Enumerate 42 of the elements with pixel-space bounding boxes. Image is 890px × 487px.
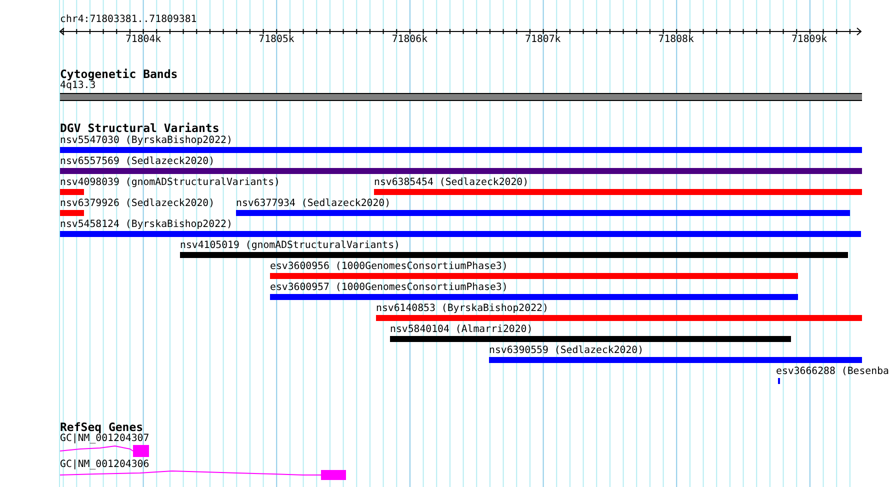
location-label: chr4:71803381..71809381 bbox=[60, 14, 197, 26]
feature-label[interactable]: nsv5458124 (ByrskaBishop2022) bbox=[60, 219, 232, 231]
feature-bar[interactable] bbox=[60, 189, 84, 195]
tick-label: 71805k bbox=[258, 34, 294, 46]
feature-label[interactable]: esv3600956 (1000GenomesConsortiumPhase3) bbox=[270, 261, 508, 273]
feature-label[interactable]: nsv6557569 (Sedlazeck2020) bbox=[60, 156, 215, 168]
tick-label: 71809k bbox=[791, 34, 828, 46]
feature-label[interactable]: nsv6379926 (Sedlazeck2020) bbox=[60, 198, 215, 210]
feature-label[interactable]: nsv4105019 (gnomADStructuralVariants) bbox=[180, 240, 400, 252]
track-title: DGV Structural Variants bbox=[60, 121, 220, 135]
feature-bar[interactable] bbox=[390, 336, 791, 342]
feature-bar[interactable] bbox=[60, 168, 862, 174]
gene-label[interactable]: GC|NM_001204307 bbox=[60, 433, 150, 445]
tick-label: 71808k bbox=[658, 34, 694, 46]
feature-label[interactable]: nsv6140853 (ByrskaBishop2022) bbox=[376, 303, 548, 315]
gene-drawing[interactable] bbox=[60, 444, 149, 458]
gene-drawing[interactable] bbox=[60, 469, 346, 481]
track-title: RefSeq Genes bbox=[60, 420, 144, 434]
tick-label: 71804k bbox=[125, 34, 162, 46]
feature-label[interactable]: nsv6377934 (Sedlazeck2020) bbox=[236, 198, 391, 210]
feature-label[interactable]: esv3600957 (1000GenomesConsortiumPhase3) bbox=[270, 282, 508, 294]
track-title: Cytogenetic Bands bbox=[60, 67, 178, 81]
gene-label[interactable]: GC|NM_001204306 bbox=[60, 459, 150, 471]
feature-label[interactable]: esv3666288 (Besenba bbox=[776, 366, 889, 378]
feature-bar[interactable] bbox=[374, 189, 862, 195]
feature-bar[interactable] bbox=[376, 315, 862, 321]
feature-bar[interactable] bbox=[60, 147, 862, 153]
feature-bar[interactable] bbox=[270, 294, 798, 300]
feature-label[interactable]: nsv5547030 (ByrskaBishop2022) bbox=[60, 135, 232, 147]
feature-label[interactable]: nsv4098039 (gnomADStructuralVariants) bbox=[60, 177, 280, 189]
feature-label[interactable]: nsv6385454 (Sedlazeck2020) bbox=[374, 177, 529, 189]
feature-label[interactable]: nsv5840104 (Almarri2020) bbox=[390, 324, 533, 336]
feature-bar[interactable] bbox=[180, 252, 848, 258]
feature-bar[interactable] bbox=[270, 273, 798, 279]
tick-label: 71806k bbox=[392, 34, 428, 46]
feature-bar[interactable] bbox=[489, 357, 862, 363]
feature-label[interactable]: nsv6390559 (Sedlazeck2020) bbox=[489, 345, 644, 357]
feature-bar[interactable] bbox=[60, 210, 84, 216]
band-label: 4q13.3 bbox=[60, 80, 96, 92]
tick-label: 71807k bbox=[525, 34, 561, 46]
feature-bar[interactable] bbox=[236, 210, 850, 216]
feature-bar[interactable] bbox=[60, 231, 861, 237]
